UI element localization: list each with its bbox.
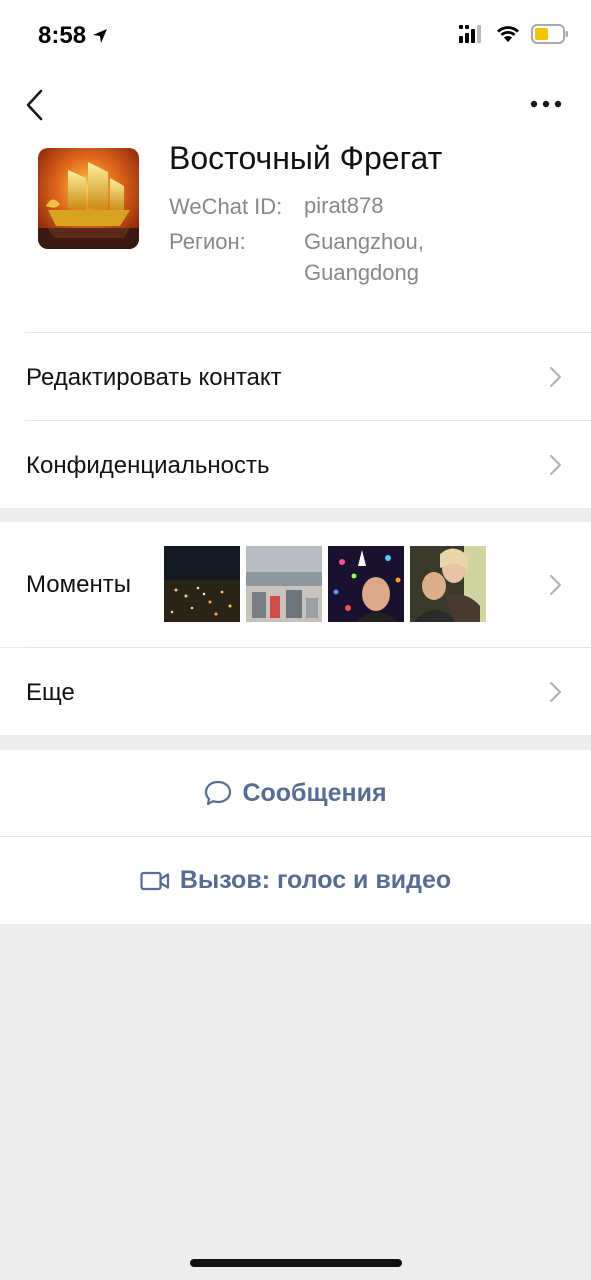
chevron-right-icon bbox=[549, 366, 562, 388]
back-chevron-icon[interactable] bbox=[22, 88, 52, 122]
region-value-line2: Guangdong bbox=[304, 260, 419, 285]
moment-thumbnail bbox=[410, 546, 486, 622]
moment-thumbnail bbox=[246, 546, 322, 622]
moments-row[interactable]: Моменты bbox=[0, 522, 591, 647]
region-label: Регион: bbox=[169, 229, 246, 254]
cellular-signal-icon bbox=[459, 25, 481, 43]
home-indicator[interactable] bbox=[190, 1259, 402, 1267]
video-camera-icon bbox=[140, 871, 169, 890]
messages-button[interactable]: Сообщения bbox=[0, 750, 591, 836]
clock-label: 8:58 bbox=[38, 22, 87, 49]
wifi-icon bbox=[497, 26, 519, 42]
wechat-id-value: pirat878 bbox=[304, 193, 384, 218]
moments-label: Моменты bbox=[26, 571, 131, 598]
edit-contact-label: Редактировать контакт bbox=[26, 364, 282, 391]
privacy-row[interactable]: Конфиденциальность bbox=[0, 421, 591, 508]
more-label: Еще bbox=[26, 679, 75, 706]
call-label: Вызов: голос и видео bbox=[179, 866, 452, 894]
messages-label: Сообщения bbox=[242, 778, 387, 807]
more-options-icon[interactable] bbox=[529, 94, 563, 114]
chat-bubble-icon bbox=[205, 780, 232, 806]
moment-thumbnail bbox=[164, 546, 240, 622]
avatar[interactable] bbox=[38, 148, 139, 249]
status-time: 8:58 bbox=[38, 22, 108, 50]
privacy-label: Конфиденциальность bbox=[26, 452, 270, 479]
location-arrow-icon bbox=[93, 29, 108, 43]
contact-name: Восточный Фрегат bbox=[169, 140, 443, 176]
chevron-right-icon bbox=[549, 454, 562, 476]
status-indicators bbox=[459, 24, 569, 44]
chevron-right-icon bbox=[549, 574, 562, 596]
more-row[interactable]: Еще bbox=[0, 648, 591, 735]
status-bar: 8:58 bbox=[0, 0, 591, 70]
wechat-id-label: WeChat ID: bbox=[169, 194, 283, 219]
battery-icon bbox=[531, 24, 568, 44]
region-value-line1: Guangzhou, bbox=[304, 229, 424, 254]
call-button[interactable]: Вызов: голос и видео bbox=[0, 837, 591, 924]
moment-thumbnail bbox=[328, 546, 404, 622]
chevron-right-icon bbox=[549, 681, 562, 703]
edit-contact-row[interactable]: Редактировать контакт bbox=[0, 333, 591, 420]
